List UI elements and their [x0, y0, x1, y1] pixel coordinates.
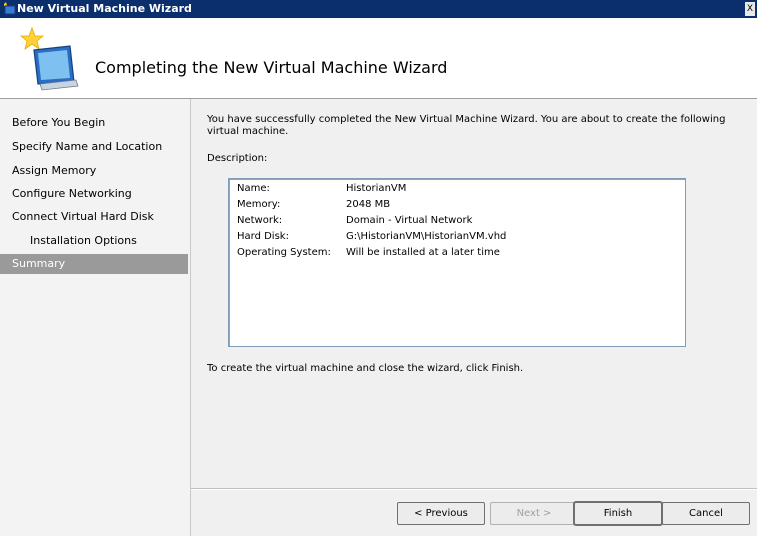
next-button: Next > [490, 502, 578, 525]
page-title: Completing the New Virtual Machine Wizar… [95, 58, 448, 77]
close-button[interactable]: X [745, 2, 755, 16]
wizard-steps-nav: Before You Begin Specify Name and Locati… [0, 99, 191, 536]
wizard-small-icon [4, 2, 16, 15]
nav-item-summary[interactable]: Summary [0, 254, 188, 274]
title-bar: New Virtual Machine Wizard X [0, 0, 757, 18]
wizard-large-icon [19, 26, 79, 91]
summary-value: 2048 MB [346, 199, 391, 210]
summary-key: Operating System: [237, 247, 331, 258]
nav-item-connect-virtual-hard-disk[interactable]: Connect Virtual Hard Disk [12, 207, 154, 227]
summary-key: Network: [237, 215, 283, 226]
summary-value: G:\HistorianVM\HistorianVM.vhd [346, 231, 507, 242]
window-title: New Virtual Machine Wizard [17, 2, 192, 15]
finish-instruction: To create the virtual machine and close … [207, 363, 524, 374]
nav-item-configure-networking[interactable]: Configure Networking [12, 184, 132, 204]
summary-value: Domain - Virtual Network [346, 215, 473, 226]
summary-value: Will be installed at a later time [346, 247, 500, 258]
nav-item-before-you-begin[interactable]: Before You Begin [12, 113, 105, 133]
nav-item-installation-options[interactable]: Installation Options [30, 231, 137, 251]
intro-text: You have successfully completed the New … [207, 114, 726, 137]
summary-page: You have successfully completed the New … [191, 99, 757, 536]
summary-key: Name: [237, 183, 270, 194]
nav-item-assign-memory[interactable]: Assign Memory [12, 161, 96, 181]
finish-button[interactable]: Finish [574, 502, 662, 525]
summary-key: Memory: [237, 199, 281, 210]
summary-value: HistorianVM [346, 183, 407, 194]
description-label: Description: [207, 153, 268, 164]
summary-key: Hard Disk: [237, 231, 289, 242]
nav-item-specify-name-location[interactable]: Specify Name and Location [12, 137, 162, 157]
previous-button[interactable]: < Previous [397, 502, 485, 525]
cancel-button[interactable]: Cancel [662, 502, 750, 525]
wizard-header: Completing the New Virtual Machine Wizar… [0, 18, 757, 99]
button-separator [191, 488, 757, 490]
summary-description-box[interactable]: Name: HistorianVM Memory: 2048 MB Networ… [228, 178, 686, 347]
